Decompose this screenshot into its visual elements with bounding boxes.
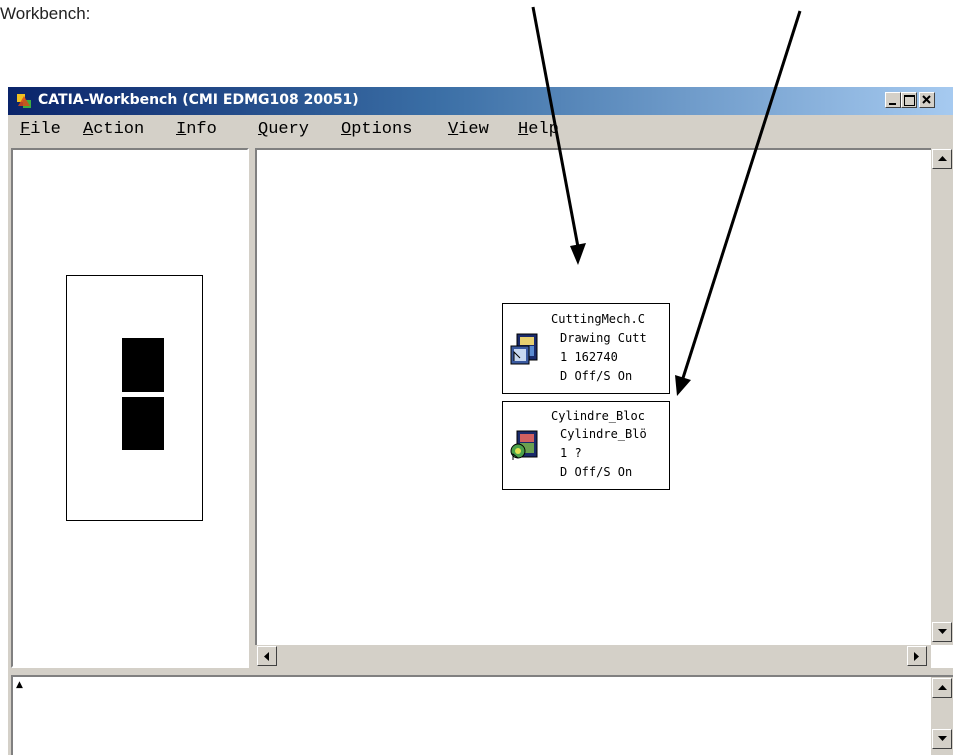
catia-part-icon (510, 430, 538, 460)
workbench-canvas[interactable]: CuttingMech.C Drawing Cutt 1 162740 D Of… (255, 148, 931, 645)
scroll-down-button[interactable] (932, 622, 952, 642)
menu-bar: File Action Info Query Options View Help (8, 115, 953, 145)
maximize-button[interactable] (901, 92, 917, 108)
title-bar[interactable]: CATIA-Workbench (CMI EDMG108 20051) (8, 87, 953, 115)
caption-text: Workbench: (0, 4, 91, 23)
arrow-down-icon (937, 629, 947, 634)
console-scroll-down-button[interactable] (932, 729, 952, 749)
console-pane[interactable]: ▲ (11, 675, 953, 755)
overview-node-2 (122, 397, 164, 450)
menu-action[interactable]: Action (83, 120, 144, 139)
menu-query[interactable]: Query (258, 120, 309, 139)
overview-viewport-frame[interactable] (66, 275, 203, 521)
document-info: 1 162740 (560, 350, 618, 364)
scrollbar-corner (931, 645, 953, 668)
overview-node-1 (122, 338, 164, 392)
minimize-button[interactable] (885, 92, 901, 108)
document-node-cylindre[interactable]: Cylindre_Bloc Cylindre_Blö 1 ? D Off/S O… (502, 401, 670, 490)
arrow-up-icon (937, 685, 947, 690)
menu-view[interactable]: View (448, 120, 489, 139)
scroll-up-button[interactable] (932, 149, 952, 169)
arrow-down-icon (937, 736, 947, 741)
document-info: 1 ? (560, 446, 582, 460)
close-icon (922, 95, 931, 104)
menu-info[interactable]: Info (176, 120, 217, 139)
document-name: Cylindre_Bloc (551, 409, 645, 423)
catia-workbench-window: CATIA-Workbench (CMI EDMG108 20051) File… (8, 87, 953, 755)
document-status: D Off/S On (560, 369, 633, 383)
catia-app-icon (17, 94, 31, 108)
arrow-right-icon (914, 651, 919, 661)
scroll-right-button[interactable] (907, 646, 927, 666)
menu-help[interactable]: Help (518, 120, 559, 139)
canvas-vertical-scrollbar[interactable] (931, 148, 953, 645)
window-title: CATIA-Workbench (CMI EDMG108 20051) (38, 92, 359, 108)
document-type: Drawing Cutt (560, 331, 647, 345)
overview-pane[interactable] (11, 148, 249, 668)
menu-options[interactable]: Options (341, 120, 412, 139)
arrow-up-icon (937, 156, 947, 161)
document-name: CuttingMech.C (551, 312, 645, 326)
scroll-left-button[interactable] (257, 646, 277, 666)
canvas-horizontal-scrollbar[interactable] (255, 645, 931, 668)
menu-file[interactable]: File (20, 120, 61, 139)
console-scroll-up-button[interactable] (932, 678, 952, 698)
console-vertical-scrollbar[interactable] (931, 677, 953, 755)
arrow-left-icon (264, 651, 269, 661)
catia-drawing-icon (510, 333, 538, 365)
document-type: Cylindre_Blö (560, 427, 647, 441)
document-status: D Off/S On (560, 465, 633, 479)
document-node-cuttingmech[interactable]: CuttingMech.C Drawing Cutt 1 162740 D Of… (502, 303, 670, 394)
close-button[interactable] (919, 92, 935, 108)
console-prompt: ▲ (16, 680, 23, 690)
